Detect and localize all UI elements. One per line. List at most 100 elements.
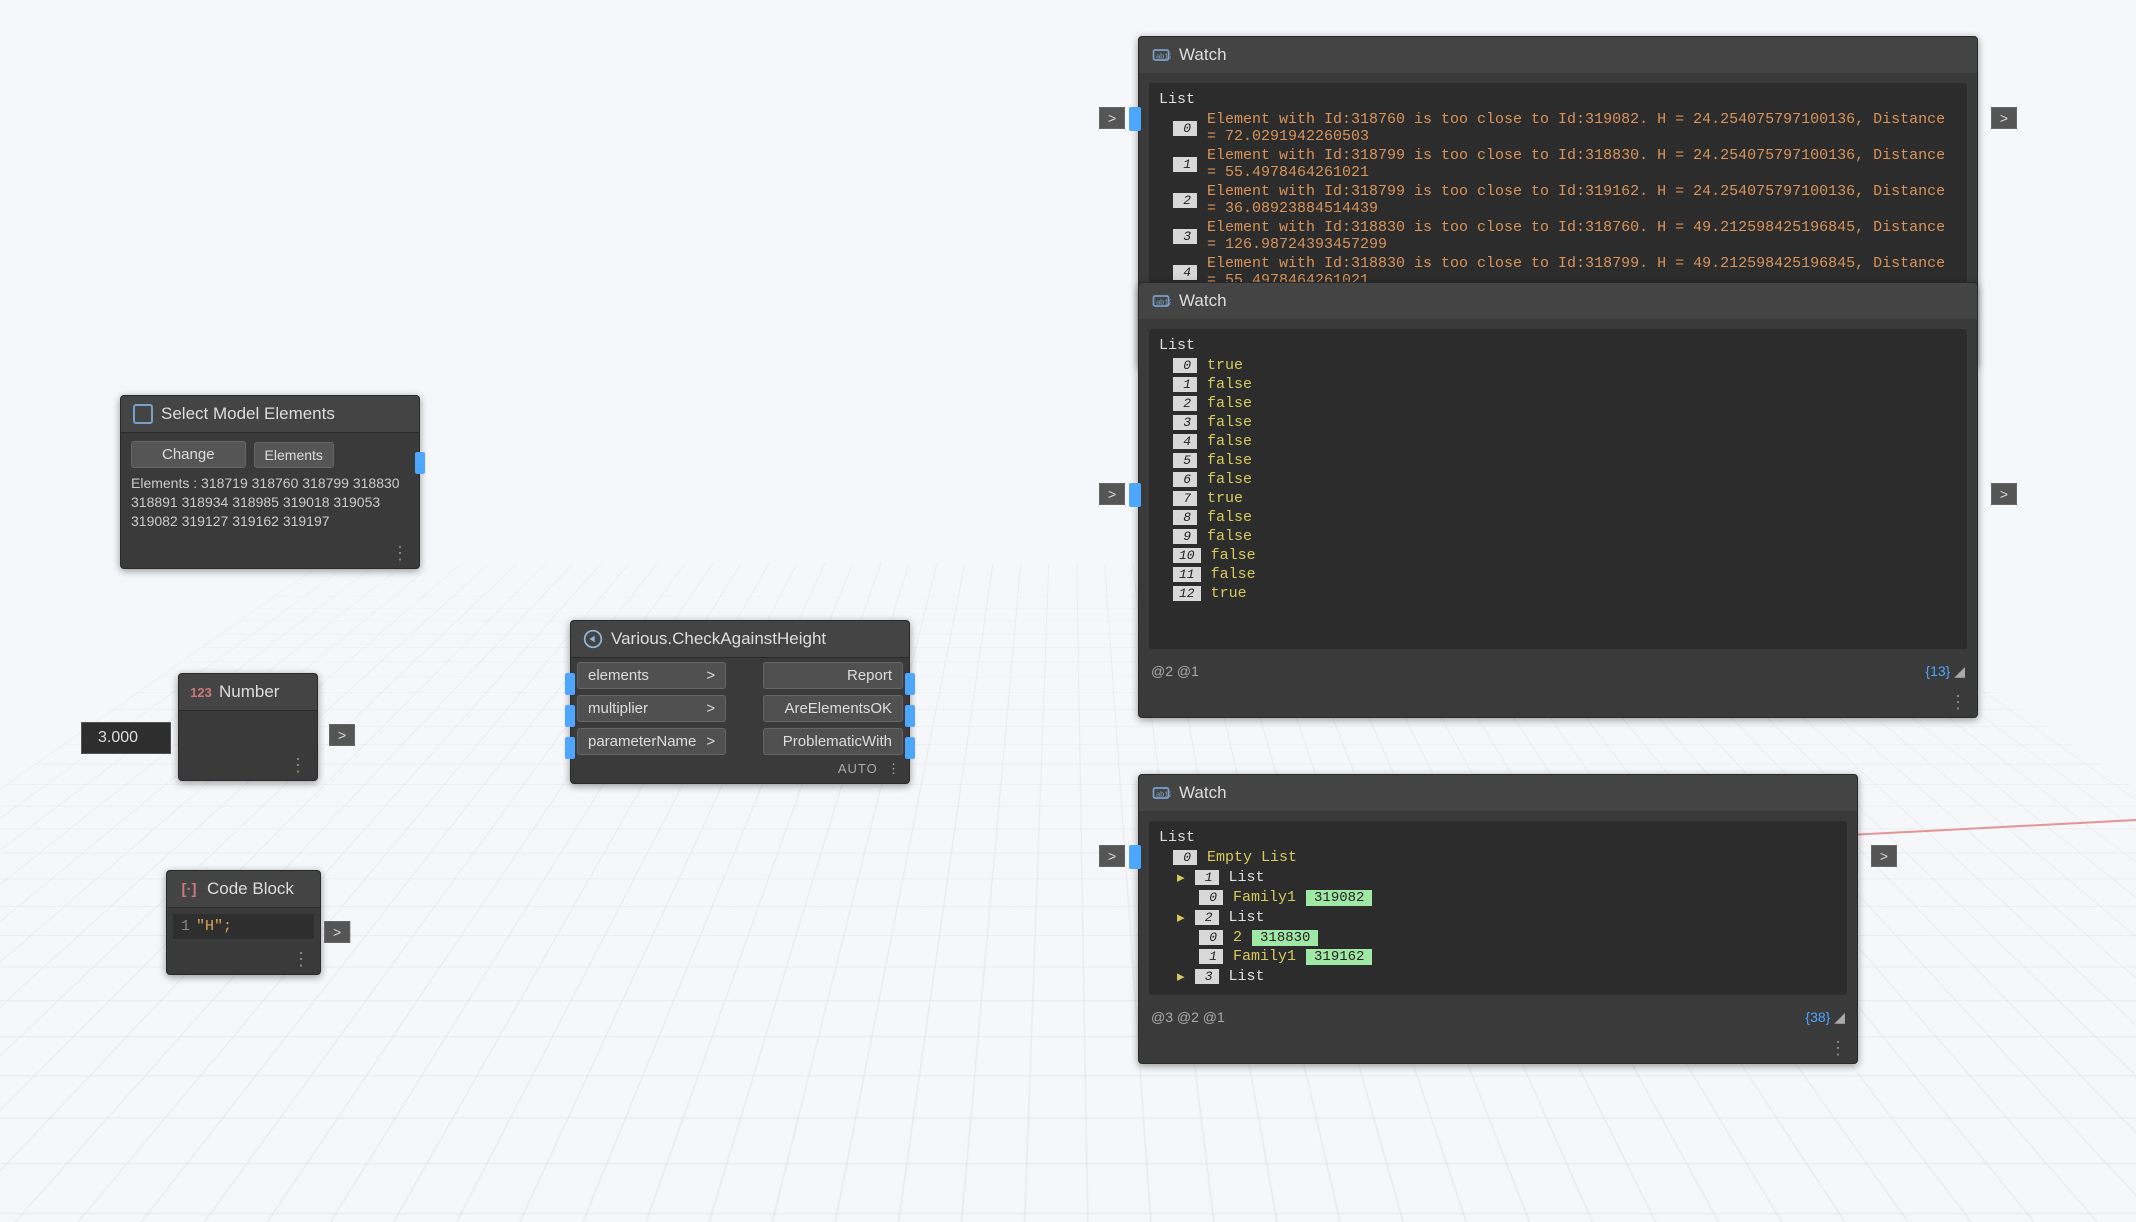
item-index: 6 xyxy=(1173,472,1197,487)
node-header[interactable]: ab12 Watch xyxy=(1139,37,1977,73)
svg-text:ab12: ab12 xyxy=(1156,51,1171,60)
list-label: List xyxy=(1159,829,1837,846)
item-index: 3 xyxy=(1195,969,1219,984)
port-knob-in[interactable] xyxy=(1129,845,1141,869)
count-label: {38} xyxy=(1805,1009,1830,1025)
node-title: Number xyxy=(219,682,279,702)
input-port-parametername[interactable]: parameterName> xyxy=(577,728,726,755)
node-header[interactable]: ab12 Watch xyxy=(1139,283,1977,319)
node-header[interactable]: ab12 Watch xyxy=(1139,775,1857,811)
expand-icon[interactable]: ▸ xyxy=(1173,967,1185,986)
item-index: 11 xyxy=(1173,567,1201,582)
input-port[interactable]: > xyxy=(1099,845,1125,867)
list-label: List xyxy=(1159,91,1957,108)
item-label: List xyxy=(1229,968,1265,985)
node-select-model-elements[interactable]: Select Model Elements Change Elements El… xyxy=(120,395,420,569)
custom-node-icon xyxy=(583,629,603,649)
selected-elements-text: Elements : 318719 318760 318799 318830 3… xyxy=(131,474,409,531)
port-knob-out[interactable] xyxy=(415,452,425,474)
list-item: 3Element with Id:318830 is too close to … xyxy=(1159,218,1957,254)
line-number: 1 xyxy=(181,918,190,935)
list-item: 9false xyxy=(1159,527,1957,546)
watch-body[interactable]: List 0true1false2false3false4false5false… xyxy=(1149,329,1967,649)
element-id-tag[interactable]: 319162 xyxy=(1306,949,1372,965)
list-item: 7true xyxy=(1159,489,1957,508)
item-value: true xyxy=(1211,585,1247,602)
output-port[interactable]: > xyxy=(1991,483,2017,505)
item-value: false xyxy=(1211,547,1256,564)
item-value: false xyxy=(1207,471,1252,488)
code-line[interactable]: 1 "H"; xyxy=(173,914,314,939)
item-value: Element with Id:318830 is too close to I… xyxy=(1207,219,1957,253)
number-icon: 123 xyxy=(191,682,211,702)
node-menu[interactable]: ⋮ xyxy=(1139,1034,1857,1063)
number-input[interactable] xyxy=(81,722,171,754)
wire-layer xyxy=(0,0,300,150)
item-index: 2 xyxy=(1173,193,1197,208)
expand-icon[interactable]: ▸ xyxy=(1173,908,1185,927)
item-index: 1 xyxy=(1173,157,1197,172)
node-header[interactable]: [·] Code Block xyxy=(167,871,320,908)
list-item: ▸1List xyxy=(1159,867,1837,888)
list-item: 6 false xyxy=(1159,470,1957,489)
input-port[interactable]: > xyxy=(1099,107,1125,129)
output-port[interactable]: > xyxy=(1991,107,2017,129)
output-port-areelementsok[interactable]: AreElementsOK xyxy=(763,695,903,722)
item-index: 0 xyxy=(1199,930,1223,945)
item-value: Family1 xyxy=(1233,889,1296,906)
item-index: 4 xyxy=(1173,265,1197,280)
output-port[interactable]: > xyxy=(324,921,350,943)
item-index: 7 xyxy=(1173,491,1197,506)
input-port[interactable]: > xyxy=(1099,483,1125,505)
node-number[interactable]: 123 Number > ⋮ xyxy=(178,673,318,781)
node-watch-problematicwith[interactable]: ab12 Watch > > List 0Empty List▸1List0Fa… xyxy=(1138,774,1858,1064)
list-item: 11false xyxy=(1159,565,1957,584)
list-item: 0Element with Id:318760 is too close to … xyxy=(1159,110,1957,146)
element-id-tag[interactable]: 318830 xyxy=(1252,930,1318,946)
port-knob-in-2[interactable] xyxy=(565,705,575,727)
item-index: 2 xyxy=(1173,396,1197,411)
node-menu[interactable]: ⋮ xyxy=(179,751,317,780)
element-id-tag[interactable]: 319082 xyxy=(1306,890,1372,906)
node-menu[interactable]: ⋮ xyxy=(167,945,320,974)
item-label: List xyxy=(1229,909,1265,926)
item-index: 4 xyxy=(1173,434,1197,449)
port-knob-in-1[interactable] xyxy=(565,673,575,695)
node-header[interactable]: Select Model Elements xyxy=(121,396,419,433)
item-index: 1 xyxy=(1199,949,1223,964)
output-port[interactable]: > xyxy=(1871,845,1897,867)
node-header[interactable]: Various.CheckAgainstHeight xyxy=(571,621,909,658)
watch-body[interactable]: List 0Empty List▸1List0Family1319082▸2Li… xyxy=(1149,821,1847,995)
item-value: 2 xyxy=(1233,929,1242,946)
node-watch-areelementsok[interactable]: ab12 Watch > > List 0true1false2false3fa… xyxy=(1138,282,1978,718)
item-index: 5 xyxy=(1173,453,1197,468)
node-title: Watch xyxy=(1179,783,1227,803)
lacing-label[interactable]: AUTO ⋮ xyxy=(571,759,909,783)
port-knob-in-3[interactable] xyxy=(565,737,575,759)
port-knob-out-2[interactable] xyxy=(905,705,915,727)
output-port-report[interactable]: Report xyxy=(763,662,903,689)
node-header[interactable]: 123 Number xyxy=(179,674,317,711)
watch-body[interactable]: List 0Element with Id:318760 is too clos… xyxy=(1149,83,1967,298)
watch-icon: ab12 xyxy=(1151,291,1171,311)
input-port-elements[interactable]: elements> xyxy=(577,662,726,689)
output-port[interactable]: > xyxy=(329,724,355,746)
port-knob-in[interactable] xyxy=(1129,107,1141,131)
node-code-block[interactable]: [·] Code Block 1 "H"; > ⋮ xyxy=(166,870,321,975)
output-port-problematicwith[interactable]: ProblematicWith xyxy=(763,728,903,755)
node-check-against-height[interactable]: Various.CheckAgainstHeight elements> mul… xyxy=(570,620,910,784)
change-button[interactable]: Change xyxy=(131,441,246,468)
port-knob-in[interactable] xyxy=(1129,483,1141,507)
item-index: 10 xyxy=(1173,548,1201,563)
item-value: false xyxy=(1207,395,1252,412)
item-value: false xyxy=(1207,509,1252,526)
port-knob-out-3[interactable] xyxy=(905,737,915,759)
output-port-elements[interactable]: Elements xyxy=(254,442,334,468)
item-index: 8 xyxy=(1173,510,1197,525)
expand-icon[interactable]: ▸ xyxy=(1173,868,1185,887)
node-menu[interactable]: ⋮ xyxy=(121,539,419,568)
node-menu[interactable]: ⋮ xyxy=(1139,688,1977,717)
input-port-multiplier[interactable]: multiplier> xyxy=(577,695,726,722)
list-item: 3false xyxy=(1159,413,1957,432)
port-knob-out-1[interactable] xyxy=(905,673,915,695)
